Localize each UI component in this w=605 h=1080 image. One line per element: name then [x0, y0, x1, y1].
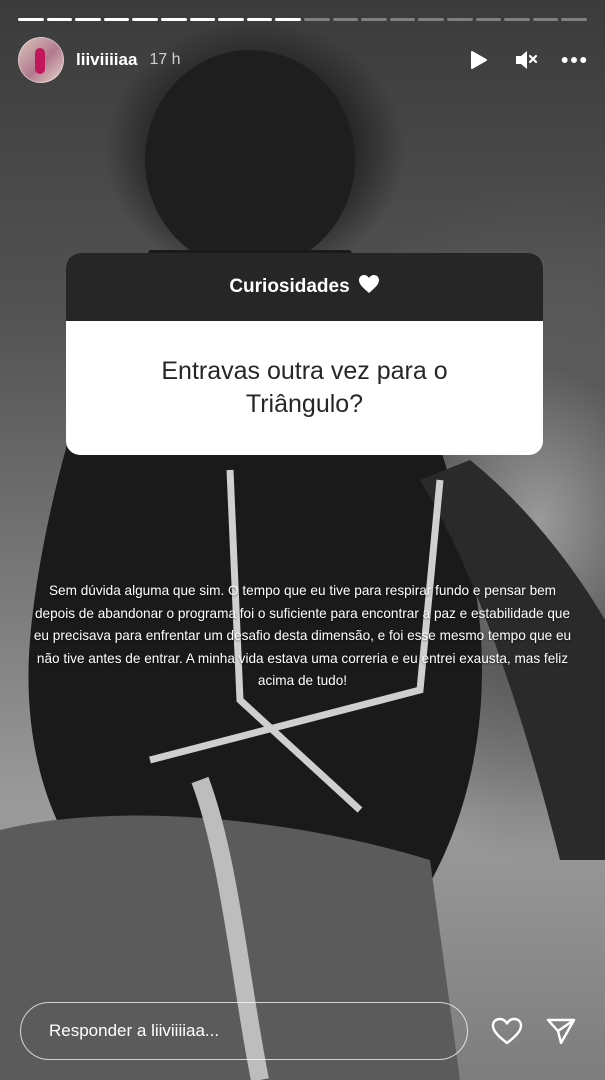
progress-segment [18, 18, 44, 21]
progress-segment [532, 18, 559, 21]
question-sticker-header: Curiosidades [66, 253, 543, 321]
background-silhouette [0, 50, 605, 1080]
play-icon[interactable] [465, 47, 491, 73]
white-heart-icon [358, 274, 380, 300]
progress-segment [332, 18, 359, 21]
username[interactable]: liiviiiiaa [76, 50, 137, 70]
progress-segment [46, 18, 73, 21]
progress-segment [246, 18, 273, 21]
story-footer: Responder a liiviiiiaa... [20, 1001, 585, 1061]
progress-segment [275, 18, 301, 21]
progress-segment [218, 18, 244, 21]
progress-segment [132, 18, 158, 21]
progress-segment [103, 18, 130, 21]
header-actions [465, 47, 587, 73]
answer-text: Sem dúvida alguma que sim. O tempo que e… [33, 583, 572, 688]
progress-segment [75, 18, 101, 21]
question-sticker-title: Curiosidades [229, 276, 350, 297]
avatar[interactable] [18, 37, 64, 83]
send-icon[interactable] [544, 1014, 578, 1048]
progress-segment [418, 18, 444, 21]
mute-icon[interactable] [513, 47, 539, 73]
progress-segment [303, 18, 330, 21]
reply-input[interactable]: Responder a liiviiiiaa... [20, 1002, 468, 1060]
progress-segment [160, 18, 187, 21]
more-icon[interactable] [561, 47, 587, 73]
progress-segment [389, 18, 416, 21]
progress-segment [361, 18, 387, 21]
question-text: Entravas outra vez para o Triângulo? [161, 357, 448, 418]
progress-segment [561, 18, 587, 21]
progress-segment [446, 18, 473, 21]
progress-segment [504, 18, 530, 21]
heart-icon[interactable] [490, 1014, 524, 1048]
progress-segment [475, 18, 502, 21]
post-time: 17 h [149, 51, 181, 68]
story-header: liiviiiiaa 17 h [18, 37, 587, 83]
progress-segment [189, 18, 216, 21]
story-background-photo [0, 0, 605, 1080]
question-sticker: Curiosidades Entravas outra vez para o T… [66, 253, 543, 455]
story-progress-bar [18, 18, 587, 21]
